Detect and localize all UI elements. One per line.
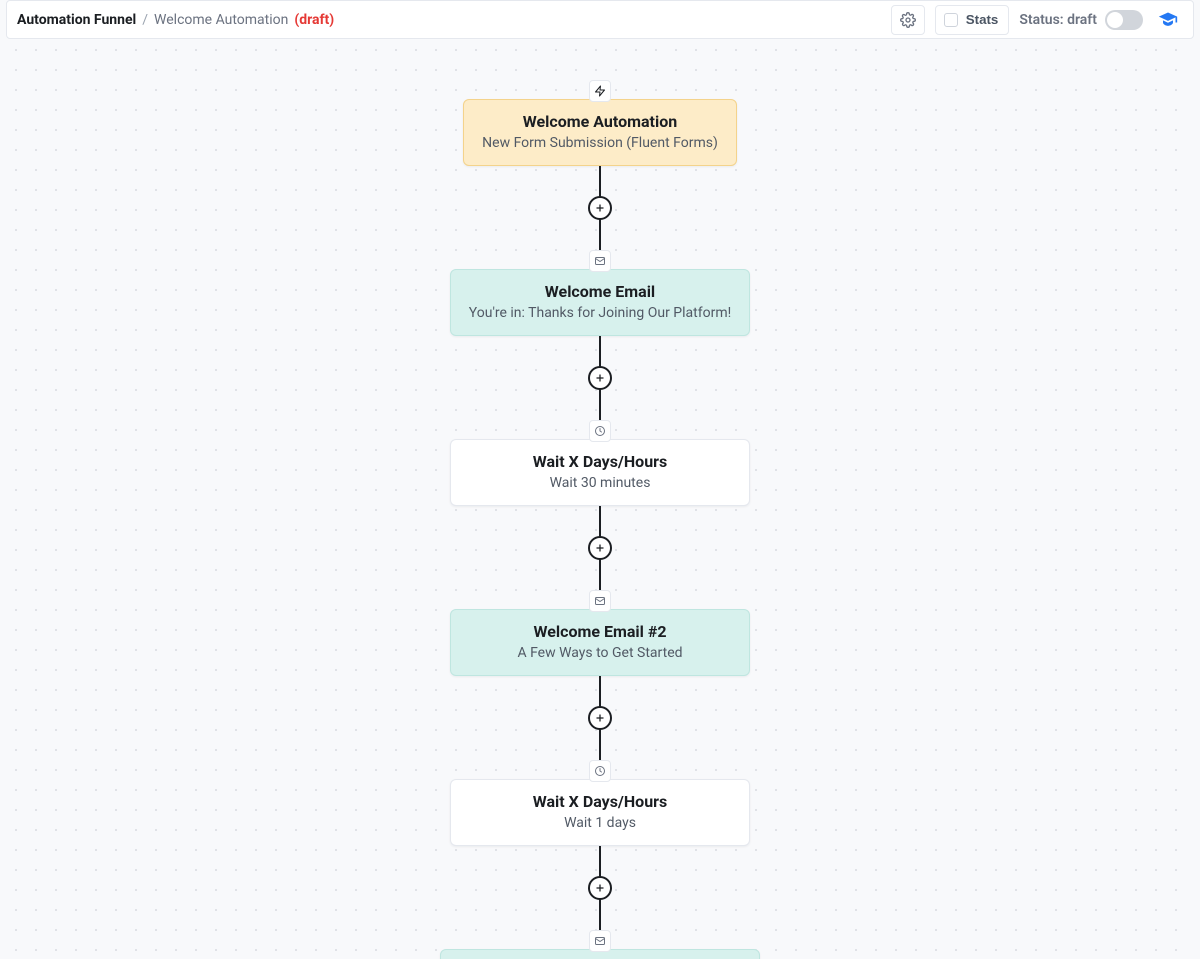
status-toggle[interactable]: [1105, 10, 1143, 30]
mail-icon: [594, 935, 606, 947]
gear-icon: [900, 12, 916, 28]
email-node[interactable]: Welcome Email #2 A Few Ways to Get Start…: [450, 609, 750, 676]
breadcrumb-draft-badge: (draft): [294, 12, 334, 28]
trigger-subtitle: New Form Submission (Fluent Forms): [482, 135, 718, 151]
trigger-node[interactable]: Welcome Automation New Form Submission (…: [463, 99, 737, 166]
step-subtitle: Wait 30 minutes: [469, 475, 731, 491]
step-title: Wait X Days/Hours: [469, 792, 731, 811]
step-subtitle: You're in: Thanks for Joining Our Platfo…: [469, 305, 731, 321]
step-title: Wait X Days/Hours: [469, 452, 731, 471]
stats-toggle-button[interactable]: Stats: [935, 5, 1010, 35]
add-step-button[interactable]: [588, 196, 612, 220]
add-step-button[interactable]: [588, 706, 612, 730]
mail-icon: [594, 595, 606, 607]
breadcrumb-root[interactable]: Automation Funnel: [17, 12, 136, 28]
header-actions: Stats Status: draft: [891, 5, 1183, 35]
add-step-button[interactable]: [588, 366, 612, 390]
connector: [599, 336, 601, 420]
connector: [599, 506, 601, 590]
clock-icon: [594, 425, 606, 437]
automation-flow: Welcome Automation New Form Submission (…: [440, 80, 760, 959]
stats-label: Stats: [966, 12, 999, 27]
step-subtitle: Wait 1 days: [469, 815, 731, 831]
step-icon-box: [589, 420, 611, 442]
bolt-icon: [594, 85, 606, 97]
add-step-button[interactable]: [588, 876, 612, 900]
connector: [599, 846, 601, 930]
stats-checkbox: [944, 13, 958, 27]
plus-icon: [594, 542, 606, 554]
step-icon-box: [589, 250, 611, 272]
automation-canvas[interactable]: Welcome Automation New Form Submission (…: [6, 40, 1194, 959]
status-label: Status: draft: [1019, 12, 1097, 28]
status-group: Status: draft: [1019, 10, 1143, 30]
step-icon-box: [589, 760, 611, 782]
wait-node[interactable]: Wait X Days/Hours Wait 30 minutes: [450, 439, 750, 506]
trigger-title: Welcome Automation: [482, 112, 718, 131]
step-title: Welcome Email #2: [469, 622, 731, 641]
breadcrumb: Automation Funnel / Welcome Automation (…: [17, 12, 334, 28]
plus-icon: [594, 712, 606, 724]
step-icon-box: [589, 590, 611, 612]
step-title: Welcome Email: [469, 282, 731, 301]
plus-icon: [594, 202, 606, 214]
trigger-icon-box: [589, 80, 611, 102]
graduation-cap-icon: [1158, 10, 1178, 30]
settings-button[interactable]: [891, 5, 925, 35]
header-bar: Automation Funnel / Welcome Automation (…: [6, 0, 1194, 39]
add-step-button[interactable]: [588, 536, 612, 560]
connector: [599, 166, 601, 250]
connector: [599, 676, 601, 760]
email-node[interactable]: Welcome Email You're in: Thanks for Join…: [450, 269, 750, 336]
mail-icon: [594, 255, 606, 267]
plus-icon: [594, 882, 606, 894]
step-icon-box: [589, 930, 611, 952]
plus-icon: [594, 372, 606, 384]
breadcrumb-separator: /: [142, 12, 148, 28]
step-subtitle: A Few Ways to Get Started: [469, 645, 731, 661]
clock-icon: [594, 765, 606, 777]
breadcrumb-current: Welcome Automation: [154, 12, 288, 28]
wait-node[interactable]: Wait X Days/Hours Wait 1 days: [450, 779, 750, 846]
help-button[interactable]: [1153, 5, 1183, 35]
